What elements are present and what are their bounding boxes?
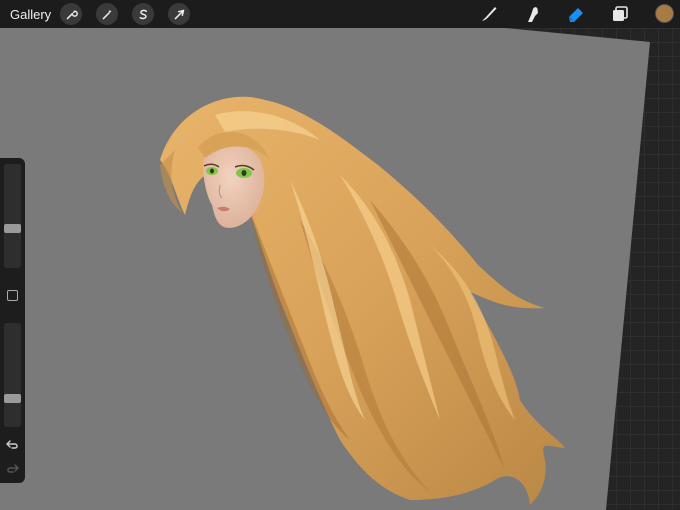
color-picker-swatch[interactable]	[655, 4, 674, 23]
smudge-finger-icon[interactable]	[522, 3, 544, 25]
eraser-icon[interactable]	[565, 3, 587, 25]
wrench-icon[interactable]	[60, 3, 82, 25]
brush-size-thumb[interactable]	[4, 224, 21, 233]
layers-icon[interactable]	[609, 3, 631, 25]
left-sidebar	[0, 158, 25, 483]
undo-icon[interactable]	[5, 437, 20, 452]
redo-icon[interactable]	[5, 461, 20, 476]
top-toolbar: Gallery	[0, 0, 680, 28]
opacity-thumb[interactable]	[4, 394, 21, 403]
brush-icon[interactable]	[478, 3, 500, 25]
arrow-cursor-icon[interactable]	[168, 3, 190, 25]
drawing-canvas[interactable]	[0, 0, 680, 510]
magic-wand-icon[interactable]	[96, 3, 118, 25]
opacity-slider[interactable]	[4, 323, 21, 427]
modify-square-button[interactable]	[7, 290, 18, 301]
brush-size-slider[interactable]	[4, 164, 21, 268]
selection-s-icon[interactable]	[132, 3, 154, 25]
gallery-button[interactable]: Gallery	[10, 7, 51, 22]
